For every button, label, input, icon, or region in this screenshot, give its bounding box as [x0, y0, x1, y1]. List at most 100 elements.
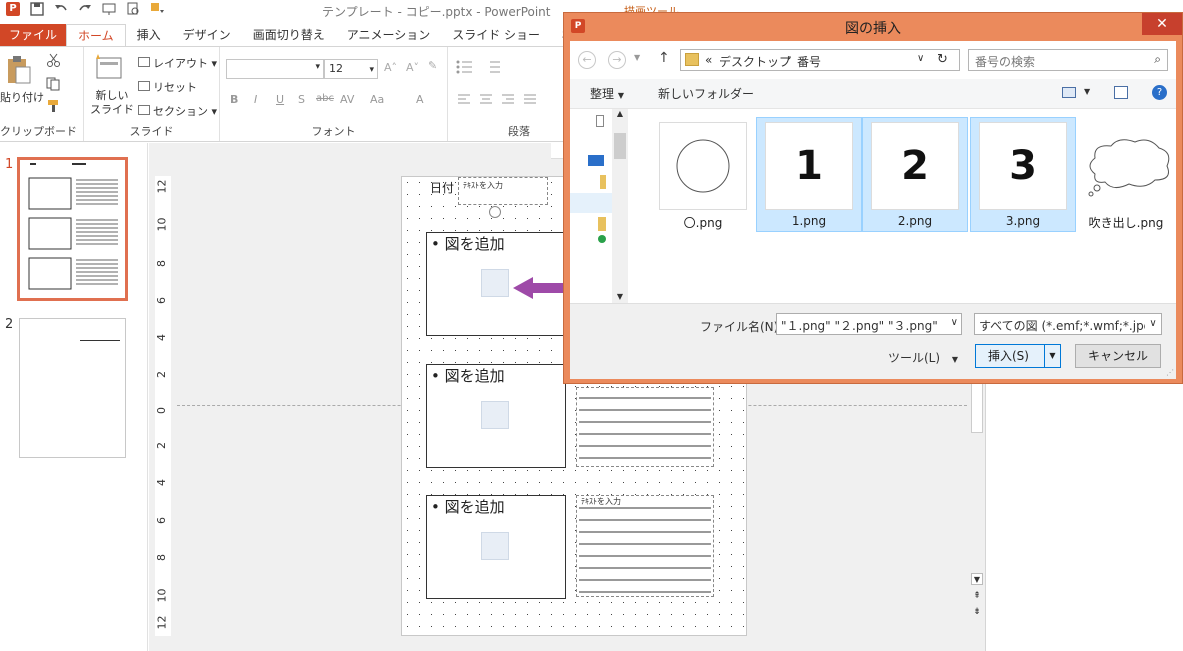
next-slide-icon[interactable]: ⇟ [971, 607, 983, 619]
slides-group: 新しい スライド レイアウト ▾ リセット セクション ▾ スライド [84, 47, 220, 141]
clear-format-icon[interactable]: ✎ [428, 59, 437, 72]
picture-placeholder-2[interactable]: • 図を追加 [426, 364, 566, 468]
customize-icon[interactable] [150, 2, 164, 16]
tree-scroll-up-icon[interactable]: ▲ [612, 109, 628, 118]
scroll-thumb[interactable] [971, 383, 983, 433]
print-preview-icon[interactable] [126, 2, 140, 16]
redo-icon[interactable] [78, 2, 92, 16]
refresh-icon[interactable]: ↻ [937, 52, 948, 67]
insert-button[interactable]: 挿入(S) ▼ [975, 344, 1061, 368]
char-spacing-button[interactable]: AV [340, 93, 354, 106]
back-icon[interactable]: ← [578, 51, 596, 69]
address-bar[interactable]: « デスクトップ › 番号 ∨ ↻ [680, 49, 960, 71]
help-icon[interactable]: ? [1152, 85, 1167, 100]
lined-text-box-3[interactable]: ﾃｷｽﾄを入力 [576, 495, 714, 597]
filetype-dropdown-icon[interactable]: ∨ [1145, 314, 1161, 334]
new-slide-icon[interactable] [94, 53, 124, 81]
slide-thumbnail-2[interactable] [19, 318, 126, 458]
recent-dropdown-icon[interactable]: ▼ [634, 53, 640, 62]
bold-button[interactable]: B [230, 93, 238, 106]
up-icon[interactable]: ↑ [658, 50, 670, 66]
filename-input[interactable]: "１.png" "２.png" "３.png" ∨ [776, 313, 962, 335]
tree-scroll-down-icon[interactable]: ▼ [612, 292, 628, 301]
slide-thumbnail-1[interactable] [17, 157, 128, 301]
tab-transitions[interactable]: 画面切り替え [242, 24, 336, 46]
file-item-3[interactable]: 3 3.png [970, 117, 1076, 232]
rotate-handle-icon[interactable] [489, 206, 501, 218]
underline-button[interactable]: U [276, 93, 284, 106]
shrink-font-icon[interactable]: A˅ [406, 61, 419, 74]
file-item-1[interactable]: 1 1.png [756, 117, 862, 232]
change-case-button[interactable]: Aa [370, 93, 384, 106]
tab-slideshow[interactable]: スライド ショー [441, 24, 551, 46]
font-size-select[interactable]: 12 ▾ [324, 59, 378, 79]
forward-icon[interactable]: → [608, 51, 626, 69]
tab-animations[interactable]: アニメーション [336, 24, 442, 46]
powerpoint-window: P テンプレート - コピー.pptx - PowerPoint 描画ツール フ… [0, 0, 1183, 651]
lined-text-box-2[interactable] [576, 387, 714, 467]
copy-icon[interactable] [46, 77, 62, 91]
file-item-circle[interactable]: 〇.png [650, 117, 756, 232]
new-slide-button[interactable]: 新しい スライド [90, 89, 134, 117]
tree-item-selected[interactable] [570, 193, 612, 213]
tab-file[interactable]: ファイル [0, 24, 67, 46]
file-list[interactable]: 〇.png 1 1.png 2 2.png 3 3.png 吹き出し.png [628, 109, 1176, 303]
save-icon[interactable] [30, 2, 44, 16]
address-segment-folder[interactable]: 番号 [797, 53, 821, 70]
picture-icon[interactable] [481, 532, 509, 560]
tab-design[interactable]: デザイン [172, 24, 242, 46]
cut-icon[interactable] [46, 53, 62, 67]
file-item-2[interactable]: 2 2.png [862, 117, 968, 232]
picture-icon[interactable] [481, 401, 509, 429]
address-segment-desktop[interactable]: デスクトップ [719, 53, 791, 70]
shadow-button[interactable]: S [298, 93, 305, 106]
list-buttons-icon[interactable] [456, 59, 556, 75]
grow-font-icon[interactable]: A˄ [384, 61, 397, 74]
reset-button[interactable]: リセット [138, 79, 197, 95]
picture-placeholder-3[interactable]: • 図を追加 [426, 495, 566, 599]
dialog-close-icon[interactable]: ✕ [1142, 13, 1182, 35]
align-buttons-icon[interactable] [456, 93, 560, 107]
tree-item-icon[interactable] [598, 217, 606, 231]
layout-button[interactable]: レイアウト ▾ [138, 55, 217, 71]
picture-icon[interactable] [481, 269, 509, 297]
scroll-down-icon[interactable]: ▼ [971, 573, 983, 585]
tab-home[interactable]: ホーム [66, 24, 126, 46]
tab-insert[interactable]: 挿入 [126, 24, 172, 46]
format-painter-icon[interactable] [46, 99, 62, 113]
folder-icon [685, 53, 699, 66]
header-text-box[interactable]: ﾃｷｽﾄを入力 [458, 177, 548, 205]
filetype-select[interactable]: すべての図 (*.emf;*.wmf;*.jpg ∨ [974, 313, 1162, 335]
undo-icon[interactable] [54, 2, 68, 16]
tree-item-icon[interactable] [600, 175, 606, 189]
filename-dropdown-icon[interactable]: ∨ [951, 317, 958, 328]
font-color-button[interactable]: A [416, 93, 424, 106]
tree-item-icon[interactable] [588, 155, 604, 166]
digit-three-glyph: 3 [1009, 143, 1037, 189]
insert-split-icon[interactable]: ▼ [1044, 345, 1060, 367]
section-button[interactable]: セクション ▾ [138, 103, 217, 119]
paste-button[interactable]: 貼り付け [0, 89, 44, 105]
slideshow-start-icon[interactable] [102, 2, 116, 16]
italic-button[interactable]: I [254, 93, 257, 106]
font-name-select[interactable]: ▾ [226, 59, 324, 79]
search-input[interactable]: 番号の検索 ⌕ [968, 49, 1168, 71]
new-folder-button[interactable]: 新しいフォルダー [658, 85, 754, 102]
tree-item-icon[interactable] [596, 115, 604, 127]
preview-pane-icon[interactable] [1114, 86, 1128, 99]
file-item-speech-bubble[interactable]: 吹き出し.png [1078, 117, 1174, 232]
strikethrough-button[interactable]: abc [316, 93, 334, 104]
prev-slide-icon[interactable]: ⇞ [971, 591, 983, 603]
tools-button[interactable]: ツール(L) ▼ [888, 349, 958, 366]
view-options-icon[interactable] [1062, 87, 1076, 98]
tree-scrollbar[interactable]: ▲ ▼ [612, 109, 628, 303]
navigation-tree[interactable]: ▲ ▼ [570, 109, 628, 303]
paste-icon[interactable] [4, 55, 32, 87]
organize-button[interactable]: 整理 ▼ [590, 85, 624, 102]
address-dropdown-icon[interactable]: ∨ [917, 53, 924, 64]
network-icon[interactable] [598, 235, 606, 243]
view-dropdown-icon[interactable]: ▼ [1084, 87, 1090, 96]
cancel-button[interactable]: キャンセル [1075, 344, 1161, 368]
resize-grip-icon[interactable]: ⋰ [1166, 368, 1174, 377]
tree-scroll-thumb[interactable] [614, 133, 626, 159]
